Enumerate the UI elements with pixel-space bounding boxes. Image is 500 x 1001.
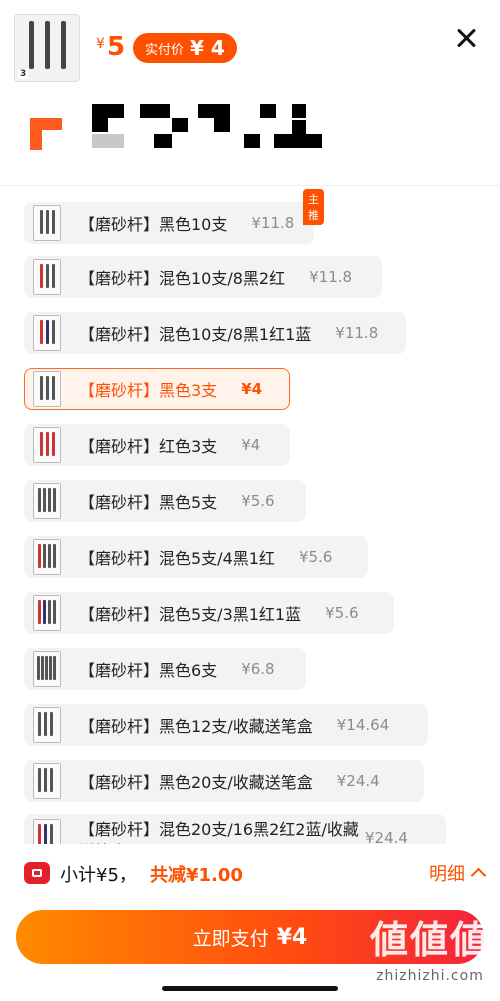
detail-label: 明细 (429, 864, 465, 885)
subtotal-text: 小计¥5， (60, 865, 137, 886)
option-name: 【磨砂杆】黑色3支 (79, 381, 218, 400)
product-thumbnail: 3 (14, 14, 80, 82)
option-price: ¥14.64 (336, 716, 390, 734)
option-thumbnail (33, 651, 61, 687)
sku-header: 3 ¥ 5 实付价 ¥ 4 (0, 0, 500, 186)
option-thumbnail (33, 427, 61, 463)
sku-option[interactable]: 【磨砂杆】混色10支/8黑2红 ¥11.8 (24, 256, 382, 298)
option-name: 【磨砂杆】黑色10支 (79, 215, 228, 234)
option-thumbnail (33, 595, 61, 631)
option-name: 【磨砂杆】黑色12支/收藏送笔盒 (79, 717, 313, 736)
option-thumbnail (33, 371, 61, 407)
redacted-block (198, 104, 230, 118)
shop-logo-icon (30, 118, 62, 150)
option-name: 【磨砂杆】混色20支/16黑2红2蓝/收藏送笔盒 (79, 820, 359, 844)
option-thumbnail (33, 707, 61, 743)
pay-label: 立即支付 (192, 927, 269, 950)
home-indicator (162, 986, 338, 991)
sku-option[interactable]: 【磨砂杆】红色3支 ¥4 (24, 424, 290, 466)
sku-option[interactable]: 【磨砂杆】黑色6支 ¥6.8 (24, 648, 306, 690)
sku-option[interactable]: 【磨砂杆】黑色5支 ¥5.6 (24, 480, 306, 522)
option-thumbnail (33, 259, 61, 295)
option-price: ¥11.8 (309, 268, 353, 286)
sku-option-selected[interactable]: 【磨砂杆】黑色3支 ¥4 (24, 368, 290, 410)
option-price: ¥11.8 (251, 214, 295, 232)
option-name: 【磨砂杆】黑色20支/收藏送笔盒 (79, 773, 313, 792)
option-name: 【磨砂杆】混色10支/8黑1红1蓝 (79, 325, 312, 344)
option-name: 【磨砂杆】红色3支 (79, 437, 218, 456)
recommended-tag: 主推 (303, 189, 324, 225)
coupon-icon (24, 862, 50, 884)
redacted-block (292, 104, 306, 118)
watermark-glyphs: 値値値 (369, 918, 490, 962)
actual-price-badge: 实付价 ¥ 4 (133, 33, 237, 63)
redacted-block (92, 134, 124, 148)
price-currency: ¥ (96, 36, 105, 52)
actual-price-label: 实付价 (145, 42, 185, 58)
detail-button[interactable]: 明细 (429, 860, 487, 886)
option-thumbnail (33, 819, 61, 844)
sku-option[interactable]: 【磨砂杆】混色5支/4黑1红 ¥5.6 (24, 536, 368, 578)
redacted-block (140, 104, 170, 118)
option-thumbnail (33, 205, 61, 241)
redacted-block (92, 118, 108, 132)
option-price: ¥6.8 (241, 660, 275, 678)
redacted-block (172, 118, 188, 132)
option-price: ¥24.4 (336, 772, 380, 790)
close-icon[interactable] (452, 24, 480, 52)
option-price: ¥24.4 (365, 829, 408, 844)
option-price: ¥4 (241, 436, 261, 454)
sku-option[interactable]: 【磨砂杆】混色20支/16黑2红2蓝/收藏送笔盒 ¥24.4 (24, 814, 446, 844)
chevron-up-icon (470, 867, 487, 884)
sku-option[interactable]: 【磨砂杆】黑色10支 ¥11.8 主推 (24, 189, 324, 244)
option-name: 【磨砂杆】黑色6支 (79, 661, 218, 680)
redacted-block (292, 120, 306, 134)
redacted-block (214, 118, 230, 132)
option-thumbnail (33, 539, 61, 575)
redacted-block (244, 134, 260, 148)
watermark-site: zhizhizhi.com (376, 968, 484, 984)
option-thumbnail (33, 763, 61, 799)
option-price: ¥5.6 (325, 604, 359, 622)
redacted-block (154, 134, 172, 148)
redacted-block (92, 104, 124, 118)
option-name: 【磨砂杆】混色5支/4黑1红 (79, 549, 275, 568)
pay-amount: ¥4 (276, 924, 308, 950)
redacted-block (274, 134, 322, 148)
actual-price-value: ¥ 4 (190, 36, 225, 60)
sku-option[interactable]: 【磨砂杆】黑色20支/收藏送笔盒 ¥24.4 (24, 760, 424, 802)
watermark: 値値値 zhizhizhi.com (370, 918, 490, 984)
option-thumbnail (33, 315, 61, 351)
redacted-block (260, 104, 276, 118)
option-price: ¥4 (241, 380, 263, 398)
sku-option[interactable]: 【磨砂杆】混色5支/3黑1红1蓝 ¥5.6 (24, 592, 394, 634)
option-name: 【磨砂杆】混色10支/8黑2红 (79, 269, 286, 288)
option-name: 【磨砂杆】黑色5支 (79, 493, 218, 512)
option-price: ¥5.6 (298, 548, 333, 566)
option-thumbnail (33, 483, 61, 519)
option-price: ¥11.8 (335, 324, 379, 342)
sku-option[interactable]: 【磨砂杆】黑色12支/收藏送笔盒 ¥14.64 (24, 704, 428, 746)
option-name: 【磨砂杆】混色5支/3黑1红1蓝 (79, 605, 302, 624)
sku-option-list: 【磨砂杆】黑色10支 ¥11.8 主推 【磨砂杆】混色10支/8黑2红 ¥11.… (0, 186, 500, 844)
price-value: 5 (107, 32, 126, 62)
sku-option[interactable]: 【磨砂杆】混色10支/8黑1红1蓝 ¥11.8 (24, 312, 406, 354)
option-price: ¥5.6 (241, 492, 275, 510)
discount-text: 共减¥1.00 (150, 865, 243, 886)
